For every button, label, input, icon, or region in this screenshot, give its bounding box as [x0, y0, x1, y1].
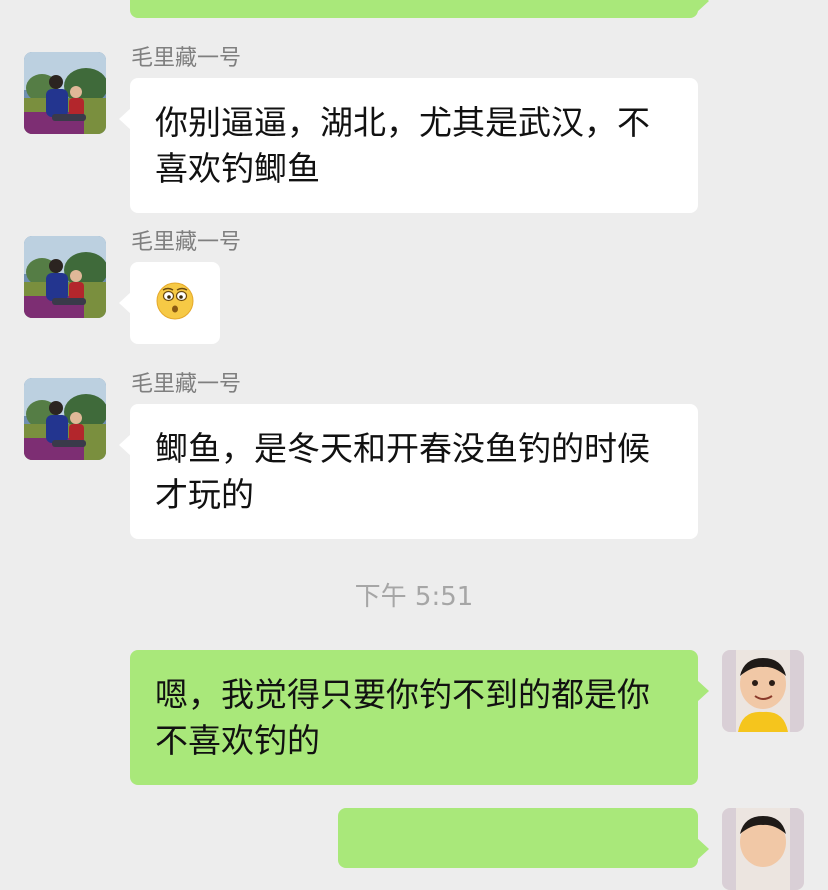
- outgoing-message-bubble-partial[interactable]: [130, 0, 709, 18]
- my-avatar-photo: [722, 650, 804, 732]
- incoming-message-bubble[interactable]: 你别逼逼，湖北，尤其是武汉，不喜欢钓鲫鱼: [119, 78, 698, 213]
- sender-name: 毛里藏一号: [131, 230, 242, 255]
- incoming-emoji-bubble[interactable]: [119, 262, 220, 344]
- sender-name: 毛里藏一号: [131, 46, 242, 71]
- message-text: 嗯，我觉得只要你钓不到的都是你不喜欢钓的: [155, 675, 650, 760]
- incoming-message-bubble[interactable]: 鲫鱼，是冬天和开春没鱼钓的时候才玩的: [119, 404, 698, 539]
- chat-timestamp: 下午 5:51: [354, 582, 474, 612]
- contact-avatar-photo: [24, 52, 106, 134]
- sender-name: 毛里藏一号: [131, 372, 242, 397]
- outgoing-message-bubble-partial[interactable]: [338, 808, 709, 868]
- surprised-face-emoji-icon: [156, 282, 194, 320]
- my-avatar-photo: [722, 808, 804, 890]
- contact-avatar-photo: [24, 378, 106, 460]
- outgoing-message-bubble[interactable]: 嗯，我觉得只要你钓不到的都是你不喜欢钓的: [130, 650, 709, 785]
- message-text: 你别逼逼，湖北，尤其是武汉，不喜欢钓鲫鱼: [155, 103, 650, 188]
- contact-avatar[interactable]: [24, 378, 106, 460]
- message-text: 鲫鱼，是冬天和开春没鱼钓的时候才玩的: [155, 429, 650, 514]
- contact-avatar[interactable]: [24, 236, 106, 318]
- chat-message-list[interactable]: 毛里藏一号 你别逼逼，湖北，尤其是武汉，不喜欢钓鲫鱼 毛里藏一号 毛里藏一号 鲫…: [0, 0, 828, 890]
- my-avatar[interactable]: [722, 808, 804, 890]
- contact-avatar[interactable]: [24, 52, 106, 134]
- my-avatar[interactable]: [722, 650, 804, 732]
- contact-avatar-photo: [24, 236, 106, 318]
